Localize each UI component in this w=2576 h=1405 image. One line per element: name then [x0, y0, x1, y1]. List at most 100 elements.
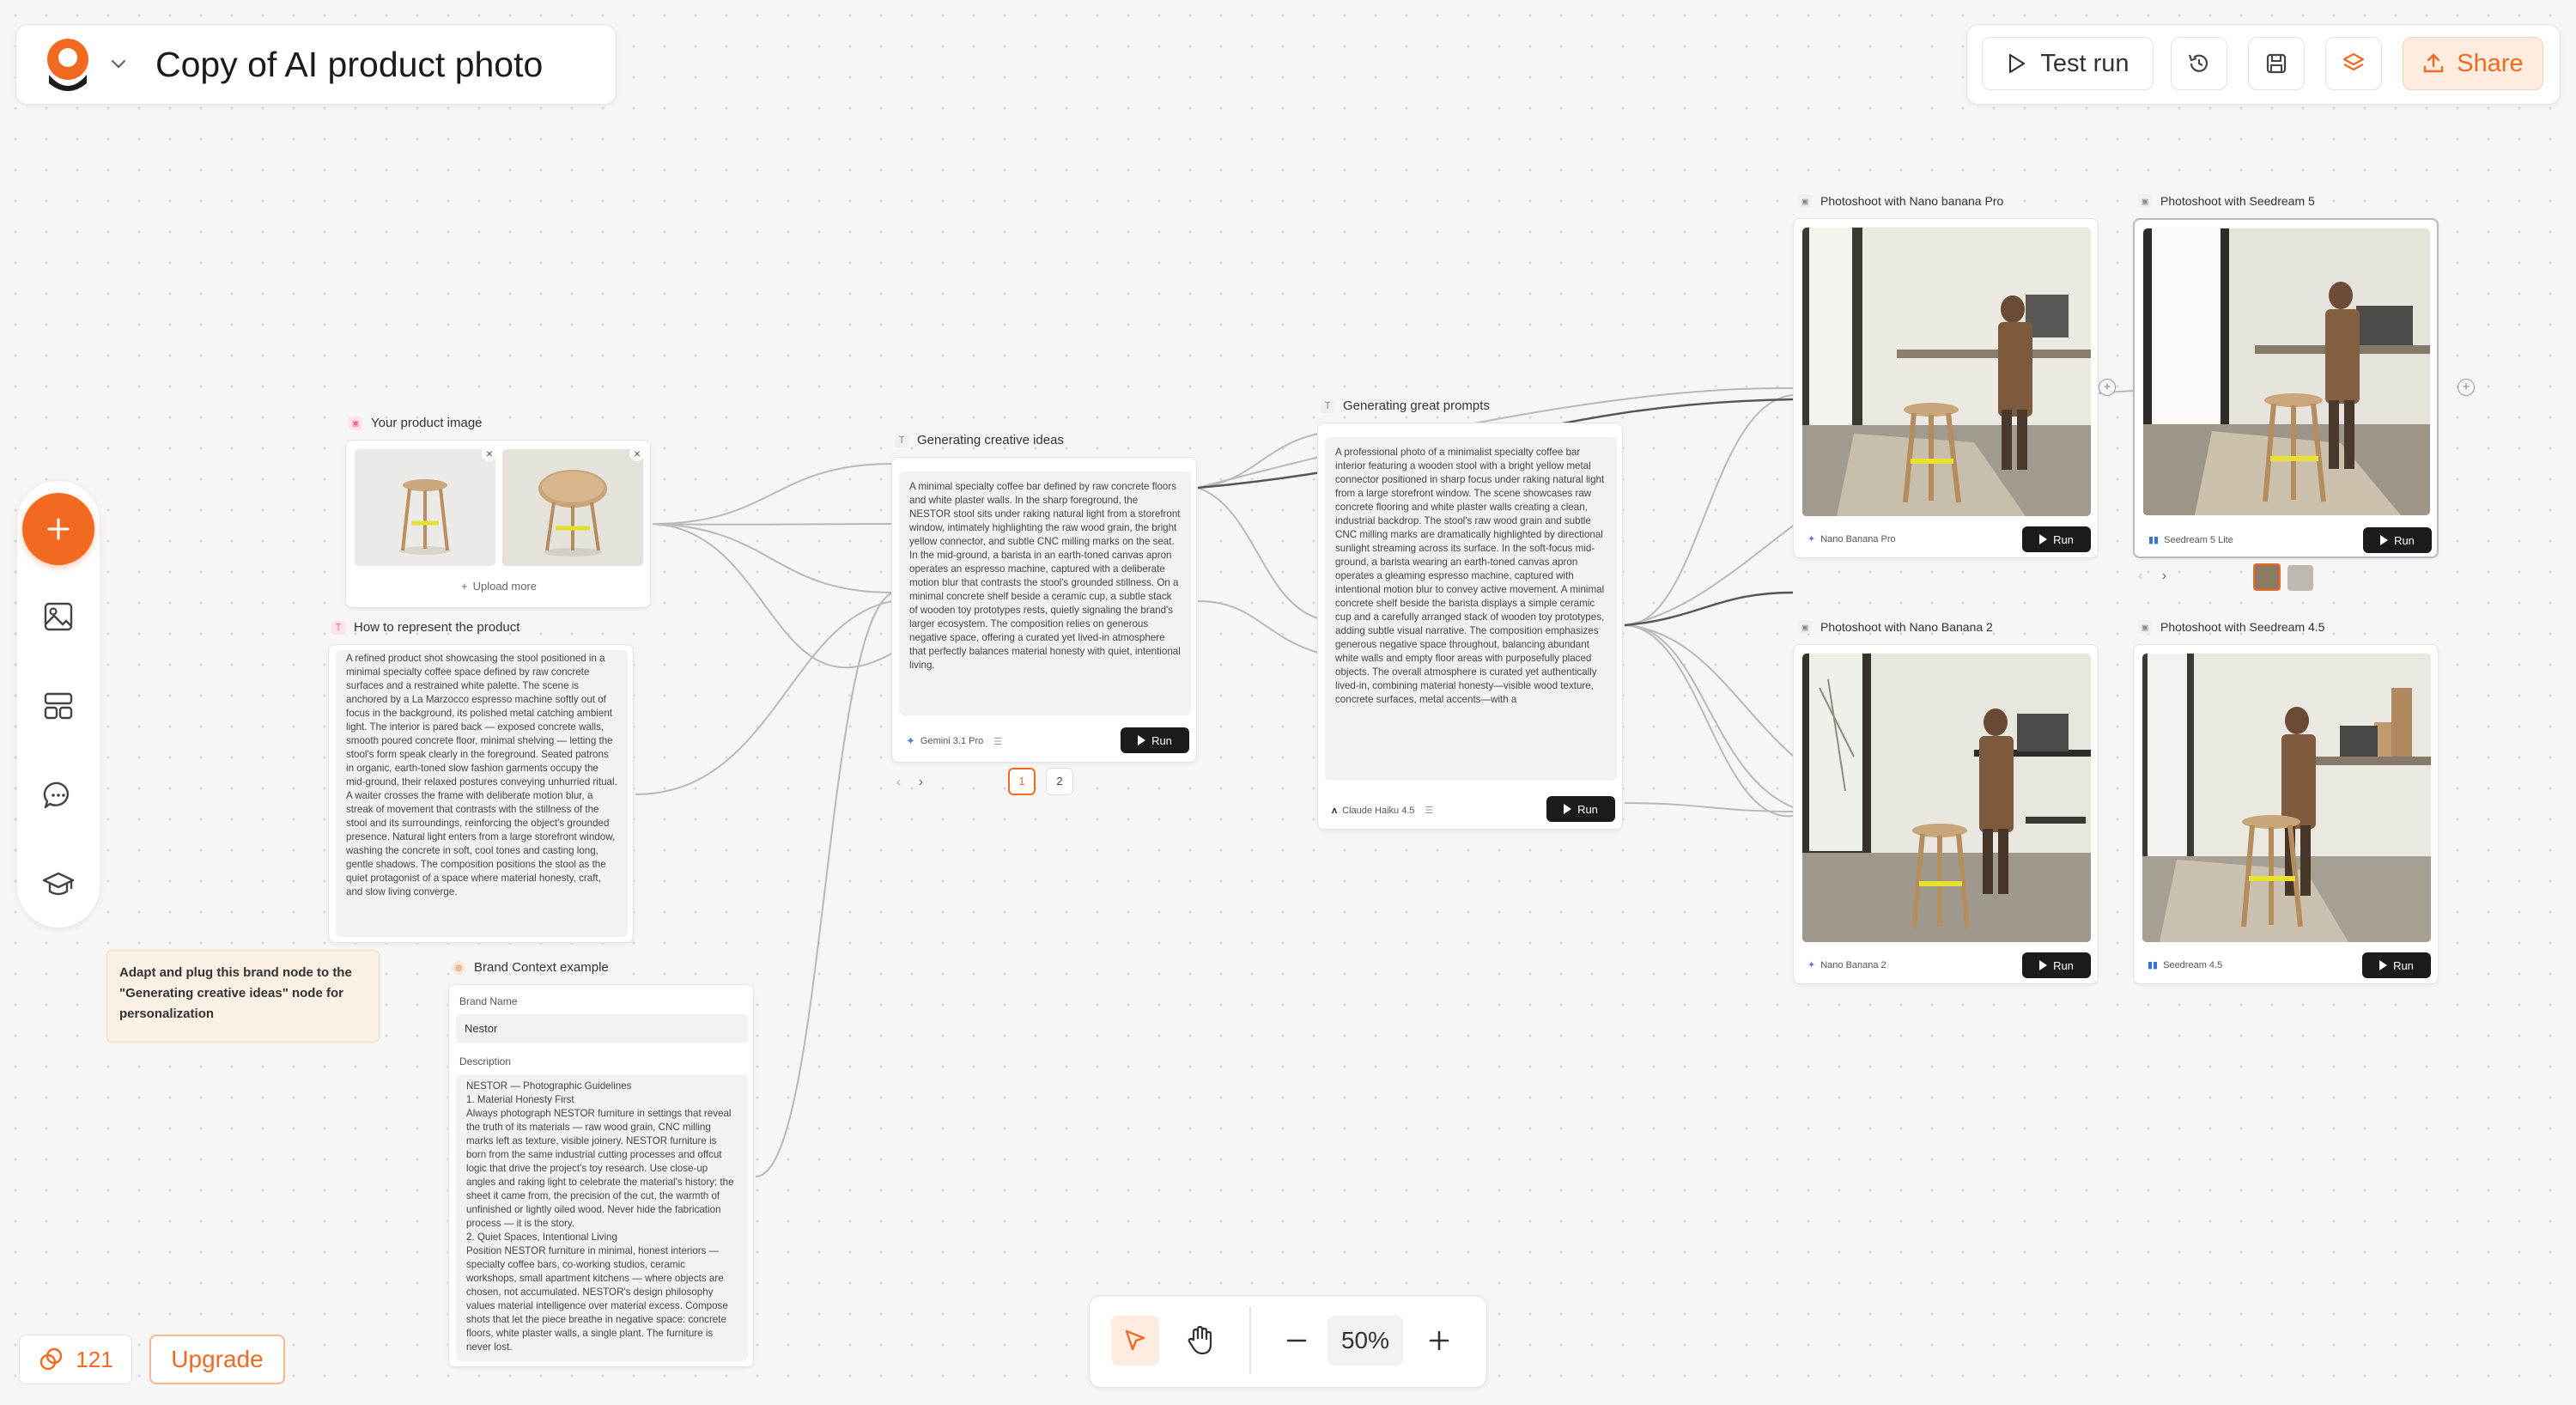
creative-run-button[interactable]: Run	[1121, 727, 1189, 753]
creative-text[interactable]: A minimal specialty coffee bar defined b…	[899, 471, 1191, 715]
product-image-node[interactable]: × × + Upload more	[345, 440, 651, 608]
brand-node-title: ◎ Brand Context example	[452, 960, 609, 975]
gemini-icon: ✦	[1807, 960, 1816, 970]
zoom-in-button[interactable]	[1415, 1316, 1463, 1365]
upgrade-button[interactable]: Upgrade	[149, 1335, 285, 1384]
test-run-button[interactable]: Test run	[1982, 37, 2154, 90]
shoot-nb2-node[interactable]: ✦ Nano Banana 2 Run	[1793, 644, 2099, 984]
page-2-button[interactable]: 2	[1046, 768, 1073, 795]
gemini-icon: ✦	[1807, 534, 1816, 544]
run-play-icon	[1564, 804, 1572, 814]
chat-icon	[43, 782, 70, 809]
toolbar-divider	[1249, 1307, 1251, 1374]
text-node-icon: T	[1321, 398, 1334, 413]
shoot-nb2-run-button[interactable]: Run	[2022, 952, 2091, 978]
prompts-run-button[interactable]: Run	[1546, 796, 1615, 822]
add-node-button[interactable]	[22, 493, 94, 565]
generated-photo[interactable]	[1802, 654, 2091, 942]
plus-icon	[1429, 1330, 1449, 1351]
zoom-out-button[interactable]	[1273, 1316, 1321, 1365]
generated-photo[interactable]	[1802, 228, 2091, 516]
save-button[interactable]	[2248, 37, 2305, 90]
description-field[interactable]: NESTOR — Photographic Guidelines 1. Mate…	[456, 1074, 748, 1361]
page-1-button[interactable]: 1	[1008, 768, 1036, 795]
cursor-arrow-icon	[1125, 1329, 1145, 1351]
text-node-icon: T	[895, 433, 908, 447]
image-tool-button[interactable]	[38, 596, 79, 637]
shoot-sd45-model[interactable]: ▮▮ Seedream 4.5	[2148, 959, 2222, 971]
text-node-icon: T	[331, 620, 345, 635]
shoot-sd5-node[interactable]: ▮▮ Seedream 5 Lite Run	[2133, 218, 2439, 558]
shoot-sd45-node[interactable]: ▮▮ Seedream 4.5 Run	[2133, 644, 2439, 984]
shoot-sd5-model[interactable]: ▮▮ Seedream 5 Lite	[2148, 534, 2233, 546]
zoom-level[interactable]: 50%	[1327, 1316, 1403, 1365]
sticky-note[interactable]: Adapt and plug this brand node to the "G…	[106, 950, 380, 1043]
graduation-cap-icon	[42, 872, 75, 896]
product-image-thumb-1[interactable]	[355, 449, 495, 566]
prompts-node[interactable]: A professional photo of a minimalist spe…	[1317, 423, 1623, 830]
shoot-nb-pro-model[interactable]: ✦ Nano Banana Pro	[1807, 533, 1896, 545]
project-title[interactable]: Copy of AI product photo	[155, 42, 611, 87]
image-node-icon: ▣	[349, 416, 362, 430]
shoot-nb-pro-run-button[interactable]: Run	[2022, 526, 2091, 552]
credits-badge[interactable]: 121	[19, 1335, 132, 1384]
bar-chart-icon: ▮▮	[2148, 535, 2160, 545]
next-result-icon[interactable]: ›	[2162, 569, 2166, 583]
prev-result-icon[interactable]: ‹	[2138, 569, 2142, 583]
brand-name-field[interactable]: Nestor	[456, 1014, 748, 1043]
remove-image-2-icon[interactable]: ×	[629, 446, 645, 461]
represent-text[interactable]: A refined product shot showcasing the st…	[336, 650, 628, 937]
settings-lines-icon[interactable]: ☰	[993, 736, 1002, 747]
creative-model-tag[interactable]: ✦ Gemini 3.1 Pro ☰	[906, 734, 1002, 748]
select-tool-button[interactable]	[1111, 1316, 1159, 1365]
plus-small-icon: +	[460, 580, 468, 593]
layout-icon	[44, 692, 73, 720]
generated-photo[interactable]	[2143, 228, 2430, 515]
next-page-icon[interactable]: ›	[919, 775, 923, 789]
upload-more-button[interactable]: + Upload more	[346, 580, 652, 593]
history-button[interactable]	[2171, 37, 2227, 90]
brand-name-label: Brand Name	[459, 995, 518, 1007]
hand-icon	[1188, 1325, 1212, 1355]
chevron-down-icon[interactable]	[106, 51, 131, 76]
image-node-icon: ▣	[1798, 194, 1812, 208]
layers-button[interactable]	[2325, 37, 2382, 90]
remove-image-1-icon[interactable]: ×	[482, 446, 497, 461]
learn-button[interactable]	[38, 864, 79, 905]
creative-node-title: T Generating creative ideas	[895, 433, 1064, 447]
save-icon	[2266, 53, 2287, 74]
shoot-nb-pro-title: ▣ Photoshoot with Nano banana Pro	[1798, 194, 2003, 208]
creative-node[interactable]: A minimal specialty coffee bar defined b…	[891, 457, 1197, 763]
templates-button[interactable]	[38, 685, 79, 727]
settings-lines-icon[interactable]: ☰	[1425, 805, 1434, 816]
share-button[interactable]: Share	[2403, 37, 2543, 90]
prompts-text[interactable]: A professional photo of a minimalist spe…	[1325, 437, 1617, 781]
result-thumb-2[interactable]	[2287, 565, 2313, 591]
prompts-node-title: T Generating great prompts	[1321, 398, 1490, 413]
result-thumb-1[interactable]	[2253, 563, 2281, 591]
shoot-sd45-run-button[interactable]: Run	[2362, 952, 2431, 978]
image-icon	[44, 602, 73, 631]
shoot-nb2-model[interactable]: ✦ Nano Banana 2	[1807, 959, 1886, 971]
brand-node[interactable]: Brand Name Nestor Description NESTOR — P…	[448, 984, 754, 1367]
add-output-icon[interactable]: +	[2099, 379, 2116, 396]
run-play-icon	[1138, 735, 1146, 745]
pan-tool-button[interactable]	[1176, 1316, 1224, 1365]
shoot-sd5-run-button[interactable]: Run	[2363, 527, 2432, 553]
app-logo-icon[interactable]	[42, 37, 94, 92]
chat-button[interactable]	[38, 775, 79, 816]
shoot-sd45-title: ▣ Photoshoot with Seedream 4.5	[2138, 620, 2324, 634]
image-node-icon: ▣	[2138, 194, 2152, 208]
product-image-node-title: ▣ Your product image	[349, 416, 483, 430]
represent-node[interactable]: A refined product shot showcasing the st…	[328, 644, 634, 943]
product-image-thumb-2[interactable]	[502, 449, 643, 566]
generated-photo[interactable]	[2142, 654, 2431, 942]
history-icon	[2188, 54, 2208, 72]
prev-page-icon[interactable]: ‹	[896, 775, 901, 789]
image-node-icon: ▣	[2138, 620, 2152, 634]
add-output-icon[interactable]: +	[2458, 379, 2475, 396]
prompts-model-tag[interactable]: ᴧ Claude Haiku 4.5 ☰	[1332, 805, 1434, 817]
minus-icon	[1286, 1339, 1307, 1342]
play-icon	[2009, 53, 2026, 74]
shoot-nb-pro-node[interactable]: ✦ Nano Banana Pro Run	[1793, 218, 2099, 558]
